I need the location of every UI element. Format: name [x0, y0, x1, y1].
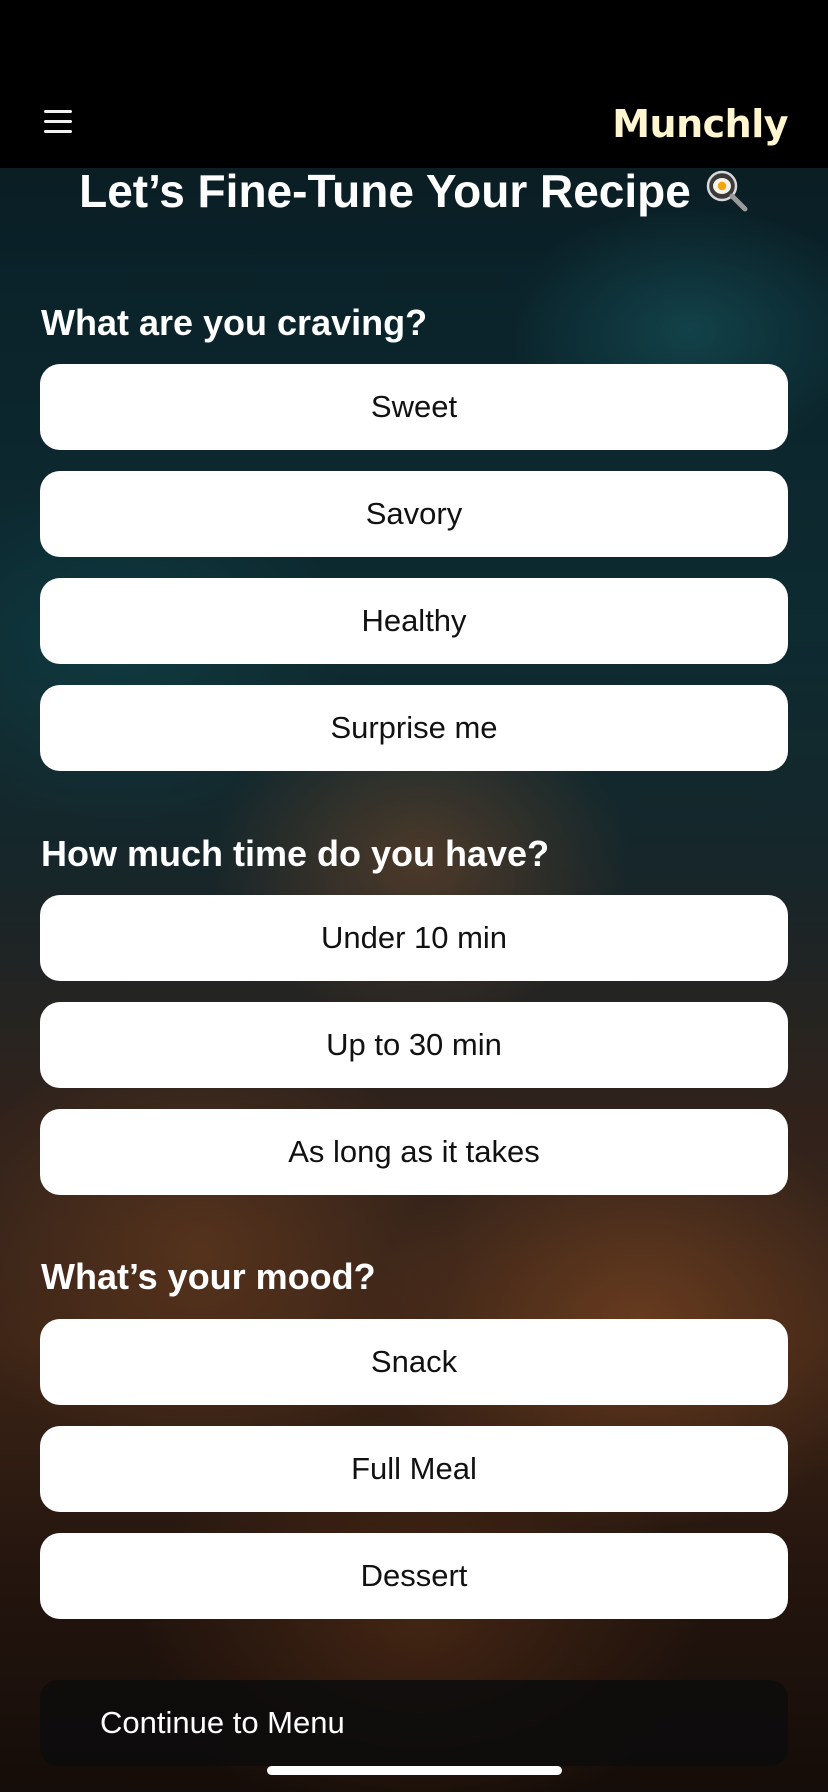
frying-pan-egg-icon	[705, 169, 749, 213]
option-snack[interactable]: Snack	[40, 1319, 788, 1405]
option-up-to-30-min[interactable]: Up to 30 min	[40, 1002, 788, 1088]
page-title-text: Let’s Fine-Tune Your Recipe	[79, 165, 691, 217]
option-healthy[interactable]: Healthy	[40, 578, 788, 664]
option-savory[interactable]: Savory	[40, 471, 788, 557]
hamburger-menu-icon[interactable]	[44, 110, 72, 134]
option-sweet[interactable]: Sweet	[40, 364, 788, 450]
option-under-10-min[interactable]: Under 10 min	[40, 895, 788, 981]
option-surprise-me[interactable]: Surprise me	[40, 685, 788, 771]
section-label-craving: What are you craving?	[41, 302, 428, 343]
top-app-bar: Munchly	[0, 0, 828, 168]
screen: Munchly Let’s Fine-Tune Your Recipe What…	[0, 0, 828, 1792]
option-as-long-as-it-takes[interactable]: As long as it takes	[40, 1109, 788, 1195]
option-full-meal[interactable]: Full Meal	[40, 1426, 788, 1512]
brand-logo[interactable]: Munchly	[612, 102, 788, 146]
option-dessert[interactable]: Dessert	[40, 1533, 788, 1619]
page-title: Let’s Fine-Tune Your Recipe	[0, 164, 828, 218]
section-label-mood: What’s your mood?	[41, 1256, 376, 1297]
continue-to-menu-button[interactable]: Continue to Menu	[40, 1680, 788, 1766]
section-label-time: How much time do you have?	[41, 833, 550, 874]
home-indicator	[267, 1766, 562, 1775]
